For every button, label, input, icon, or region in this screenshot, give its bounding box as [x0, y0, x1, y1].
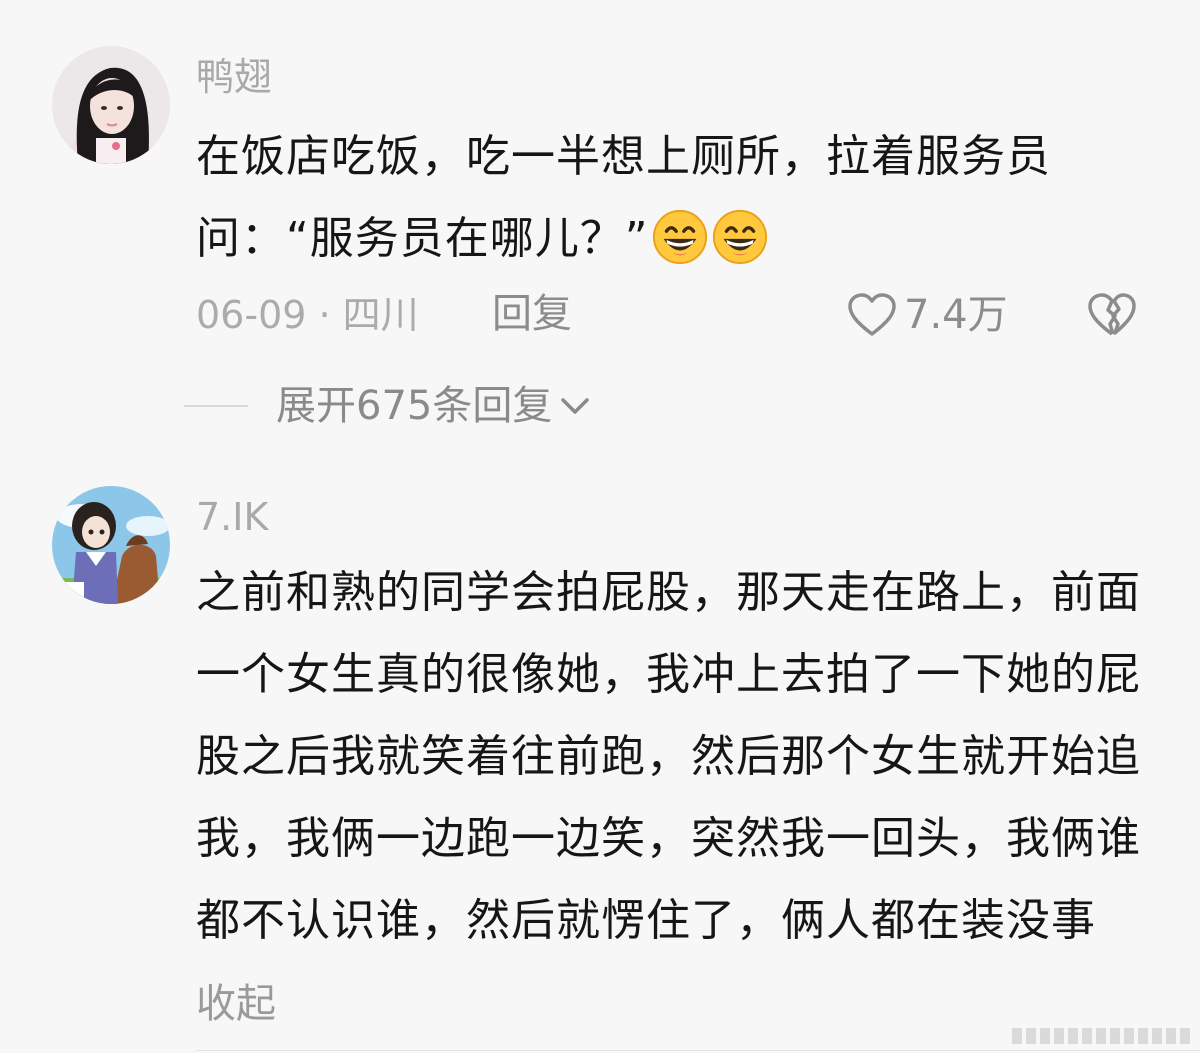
dislike-button[interactable]: [1086, 292, 1138, 342]
user-avatar[interactable]: [52, 46, 170, 164]
grinning-face-icon: [712, 209, 767, 265]
divider-line: [196, 1050, 1200, 1051]
user-avatar[interactable]: [52, 486, 170, 604]
broken-heart-icon: [1088, 293, 1136, 336]
collapse-button[interactable]: 收起: [196, 981, 276, 1027]
username[interactable]: 鸭翅: [196, 58, 272, 96]
divider-line: [184, 405, 248, 407]
username[interactable]: 7.IK: [196, 498, 268, 536]
like-count: 7.4万: [904, 292, 1008, 338]
comment-body: 之前和熟的同学会拍屁股，那天走在路上，前面一个女生真的很像她，我冲上去拍了一下她…: [196, 567, 1141, 946]
like-button[interactable]: 7.4万: [846, 292, 1008, 338]
comment-date-location: 06-09 · 四川: [196, 293, 419, 337]
comment-text: 在饭店吃饭，吃一半想上厕所，拉着服务员问：“服务员在哪儿？”: [196, 116, 1141, 280]
reply-button[interactable]: 回复: [492, 294, 572, 334]
avatar-girl-photo-icon: [52, 46, 170, 164]
comment-item: 7.IK 之前和熟的同学会拍屁股，那天走在路上，前面一个女生真的很像她，我冲上去…: [0, 460, 1200, 1053]
heart-outline-icon: [848, 293, 896, 336]
comment-body: 在饭店吃饭，吃一半想上厕所，拉着服务员问：“服务员在哪儿？”: [196, 131, 1051, 264]
expand-replies-label: 展开675条回复: [276, 383, 553, 429]
comment-text: 之前和熟的同学会拍屁股，那天走在路上，前面一个女生真的很像她，我冲上去拍了一下她…: [196, 552, 1141, 1045]
grinning-face-icon: [652, 209, 707, 265]
comment-item: 鸭翅 在饭店吃饭，吃一半想上厕所，拉着服务员问：“服务员在哪儿？” 06-09 …: [0, 0, 1200, 460]
expand-replies-button[interactable]: 展开675条回复: [184, 386, 590, 426]
watermark-pattern: [1012, 1028, 1190, 1044]
avatar-anime-girl-with-horse-icon: [52, 486, 170, 604]
chevron-down-icon: [561, 398, 590, 414]
